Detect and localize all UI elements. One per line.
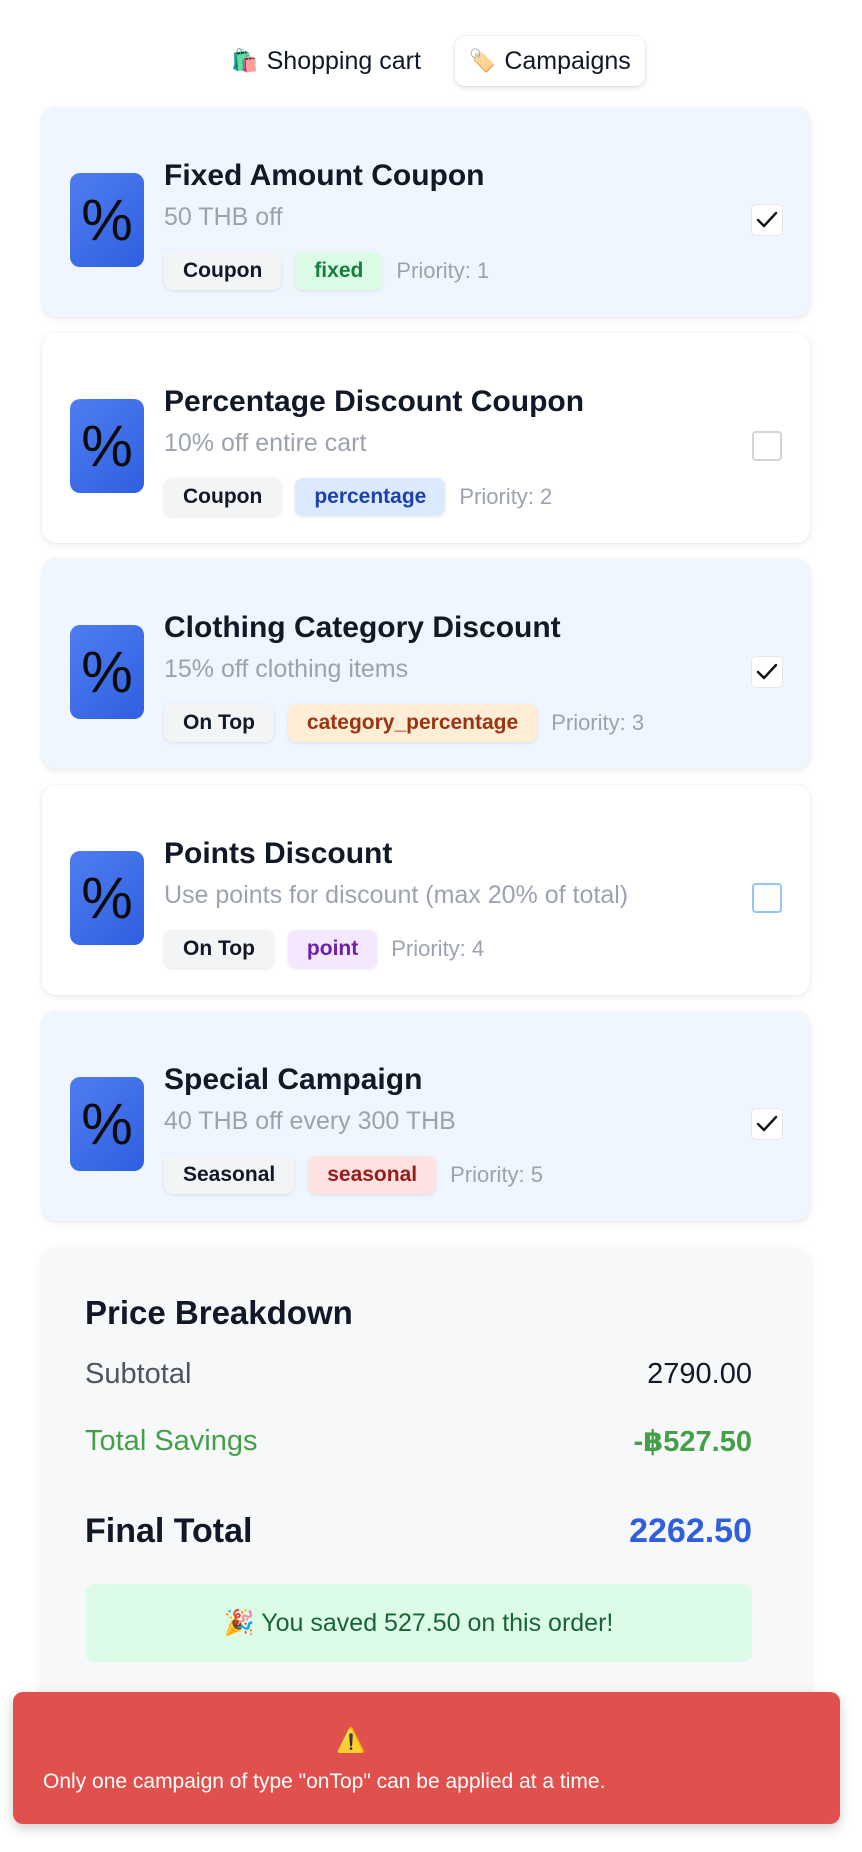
toast-message: Only one campaign of type "onTop" can be…: [43, 1770, 606, 1793]
savings-label: Total Savings: [85, 1425, 258, 1457]
campaign-type-badge: seasonal: [308, 1156, 437, 1194]
campaign-card[interactable]: % Fixed Amount Coupon 50 THB off Coupon …: [42, 107, 810, 317]
price-breakdown-panel: Price Breakdown Subtotal 2790.00 Total S…: [42, 1248, 810, 1708]
percent-icon: %: [70, 851, 144, 945]
campaign-priority: Priority: 4: [391, 936, 485, 961]
tab-label: Shopping cart: [266, 46, 421, 75]
error-toast[interactable]: ⚠️ Only one campaign of type "onTop" can…: [13, 1692, 840, 1824]
subtotal-label: Subtotal: [85, 1358, 192, 1390]
campaign-category-badge: On Top: [164, 704, 274, 742]
campaign-type-badge: fixed: [295, 252, 383, 290]
campaign-category-badge: On Top: [164, 930, 274, 968]
final-total-row: Final Total 2262.50: [85, 1512, 752, 1551]
campaign-description: 40 THB off every 300 THB: [164, 1107, 456, 1135]
tag-icon: 🏷️: [468, 48, 497, 73]
savings-value: -฿527.50: [633, 1426, 752, 1458]
campaign-checkbox[interactable]: [752, 657, 782, 687]
warning-icon: ⚠️: [336, 1727, 366, 1754]
percent-icon: %: [70, 1077, 144, 1171]
percent-icon: %: [70, 399, 144, 493]
tab-shopping-cart[interactable]: 🛍️ Shopping cart: [217, 36, 435, 86]
campaign-card[interactable]: % Special Campaign 40 THB off every 300 …: [42, 1011, 810, 1221]
campaign-category-badge: Seasonal: [164, 1156, 295, 1194]
campaign-title: Percentage Discount Coupon: [164, 385, 585, 418]
campaign-title: Clothing Category Discount: [164, 611, 561, 644]
campaign-title: Special Campaign: [164, 1063, 423, 1096]
campaign-checkbox[interactable]: [752, 883, 782, 913]
campaign-card[interactable]: % Clothing Category Discount 15% off clo…: [42, 559, 810, 769]
savings-row: Total Savings -฿527.50: [85, 1424, 752, 1459]
campaign-description: Use points for discount (max 20% of tota…: [164, 881, 629, 909]
campaign-category-badge: Coupon: [164, 478, 282, 516]
percent-icon: %: [70, 173, 144, 267]
campaign-type-badge: category_percentage: [287, 704, 538, 742]
tab-label: Campaigns: [504, 46, 631, 75]
campaign-priority: Priority: 2: [459, 484, 553, 509]
tab-campaigns[interactable]: 🏷️ Campaigns: [454, 36, 645, 86]
savings-banner: 🎉 You saved 527.50 on this order!: [85, 1584, 752, 1662]
shopping-bag-icon: 🛍️: [231, 48, 259, 73]
campaign-list: % Fixed Amount Coupon 50 THB off Coupon …: [42, 107, 810, 1237]
check-icon: [756, 1115, 778, 1132]
campaign-description: 50 THB off: [164, 203, 283, 231]
subtotal-row: Subtotal 2790.00: [85, 1358, 752, 1391]
campaign-checkbox[interactable]: [752, 1109, 782, 1139]
price-breakdown-title: Price Breakdown: [85, 1294, 353, 1331]
check-icon: [756, 663, 778, 680]
campaign-card[interactable]: % Points Discount Use points for discoun…: [42, 785, 810, 995]
final-total-label: Final Total: [85, 1512, 253, 1550]
campaign-type-badge: point: [287, 930, 378, 968]
campaign-title: Points Discount: [164, 837, 393, 870]
subtotal-value: 2790.00: [647, 1358, 752, 1390]
campaign-description: 10% off entire cart: [164, 429, 367, 457]
campaign-category-badge: Coupon: [164, 252, 282, 290]
campaign-priority: Priority: 1: [396, 258, 490, 283]
campaign-checkbox[interactable]: [752, 431, 782, 461]
campaign-priority: Priority: 5: [450, 1162, 544, 1187]
campaign-checkbox[interactable]: [752, 205, 782, 235]
campaign-description: 15% off clothing items: [164, 655, 409, 683]
percent-icon: %: [70, 625, 144, 719]
campaign-title: Fixed Amount Coupon: [164, 159, 485, 192]
campaign-type-badge: percentage: [295, 478, 446, 516]
top-tabs: 🛍️ Shopping cart 🏷️ Campaigns: [0, 36, 862, 86]
campaign-card[interactable]: % Percentage Discount Coupon 10% off ent…: [42, 333, 810, 543]
final-total-value: 2262.50: [629, 1512, 752, 1550]
campaign-priority: Priority: 3: [551, 710, 645, 735]
check-icon: [756, 211, 778, 228]
